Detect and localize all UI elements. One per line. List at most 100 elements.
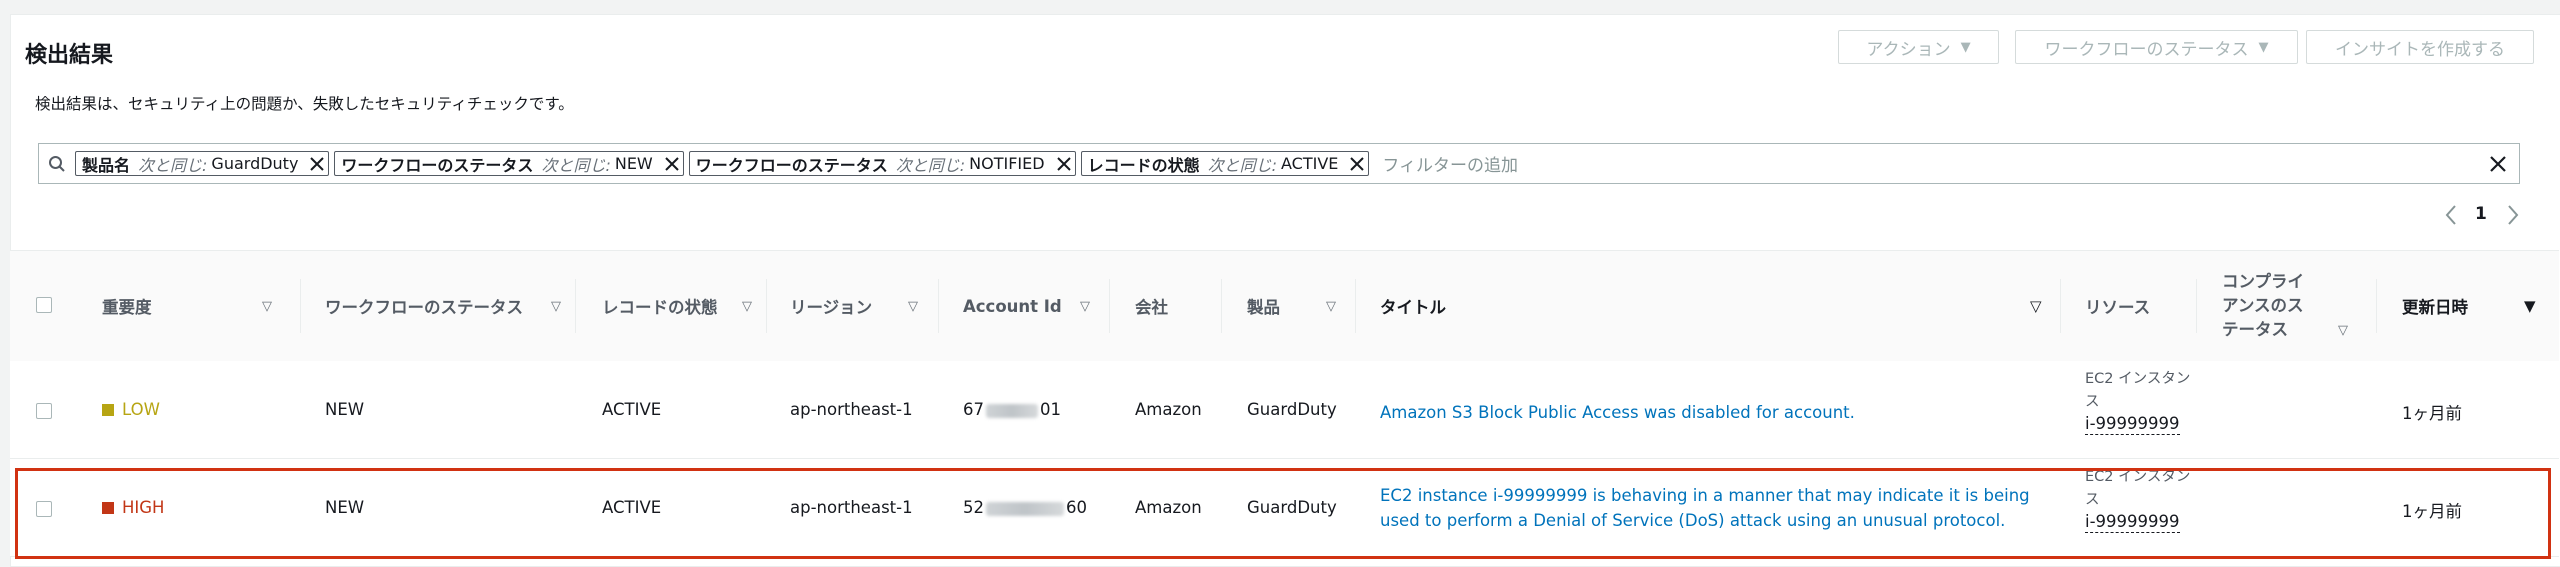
filter-token-record-state[interactable]: レコードの状態 次と同じ: ACTIVE <box>1080 151 1370 176</box>
updated-at-cell: 1ヶ月前 <box>2402 502 2462 521</box>
account-id-cell: 67 01 <box>963 400 1061 419</box>
page-title: 検出結果 <box>25 43 114 68</box>
actions-dropdown-button[interactable]: アクション ▼ <box>1838 30 1999 64</box>
table-row[interactable]: HIGH NEW ACTIVE ap-northeast-1 52 60 Amaz… <box>10 459 2559 557</box>
record-state-cell: ACTIVE <box>602 400 662 419</box>
filter-token-workflow-new[interactable]: ワークフローのステータス 次と同じ: NEW <box>334 151 684 176</box>
resource-cell: EC2 インスタンス i-99999999 <box>2085 466 2195 533</box>
resource-id-link[interactable]: i-99999999 <box>2085 512 2180 533</box>
filter-value: NOTIFIED <box>969 154 1045 173</box>
row-checkbox[interactable] <box>36 403 52 419</box>
workflow-status-dropdown-button[interactable]: ワークフローのステータス ▼ <box>2015 30 2298 64</box>
add-filter-input[interactable]: フィルターの追加 <box>1382 151 2477 176</box>
filter-key: レコードの状態 <box>1087 155 1200 175</box>
column-label: コンプライ アンスのス テータス <box>2222 270 2304 342</box>
sort-icon: ▽ <box>908 298 918 314</box>
column-label: 更新日時 <box>2402 298 2468 317</box>
filter-value: ACTIVE <box>1281 154 1339 173</box>
current-page-number[interactable]: 1 <box>2475 204 2487 224</box>
clear-filters-icon[interactable] <box>2477 144 2519 183</box>
finding-title-link[interactable]: EC2 instance i-99999999 is behaving in a… <box>1380 483 2050 533</box>
resource-id-link[interactable]: i-99999999 <box>2085 414 2180 435</box>
column-header-compliance-status[interactable]: コンプライ アンスのス テータス ▽ <box>2222 251 2372 361</box>
column-label: 製品 <box>1247 298 1280 317</box>
column-header-region[interactable]: リージョン ▽ <box>790 251 940 361</box>
column-divider <box>300 279 301 333</box>
filter-operator: 次と同じ: <box>895 155 966 175</box>
sort-icon: ▽ <box>1080 298 1090 314</box>
column-divider <box>766 279 767 333</box>
column-label: リージョン <box>790 298 873 317</box>
account-id-prefix: 52 <box>963 498 984 517</box>
product-cell: GuardDuty <box>1247 498 1337 517</box>
filter-key: ワークフローのステータス <box>341 155 534 175</box>
table-row[interactable]: LOW NEW ACTIVE ap-northeast-1 67 01 Amazo… <box>10 361 2559 459</box>
row-checkbox[interactable] <box>36 501 52 517</box>
company-cell: Amazon <box>1135 498 1202 517</box>
company-cell: Amazon <box>1135 400 1202 419</box>
next-page-icon[interactable] <box>2506 204 2520 230</box>
column-label-line: アンスのス <box>2222 296 2304 315</box>
severity-square-icon <box>102 501 114 514</box>
resource-cell: EC2 インスタンス i-99999999 <box>2085 368 2195 435</box>
redacted-account-digits <box>986 403 1038 418</box>
region-cell: ap-northeast-1 <box>790 498 913 517</box>
remove-filter-icon[interactable] <box>1053 152 1075 175</box>
page-description: 検出結果は、セキュリティ上の問題か、失敗したセキュリティチェックです。 <box>35 95 574 113</box>
filter-token-product-name[interactable]: 製品名 次と同じ: GuardDuty <box>75 151 330 176</box>
sort-icon: ▽ <box>551 298 561 314</box>
column-header-workflow-status[interactable]: ワークフローのステータス ▽ <box>325 251 565 361</box>
previous-page-icon[interactable] <box>2444 204 2458 230</box>
column-header-record-state[interactable]: レコードの状態 ▽ <box>602 251 772 361</box>
column-label: レコードの状態 <box>602 298 718 317</box>
filter-bar[interactable]: 製品名 次と同じ: GuardDuty ワークフローのステータス 次と同じ: N… <box>38 143 2520 184</box>
filter-operator: 次と同じ: <box>138 155 208 175</box>
severity-cell: LOW <box>102 400 160 419</box>
updated-at-cell: 1ヶ月前 <box>2402 404 2462 423</box>
select-all-checkbox[interactable] <box>36 297 52 313</box>
column-label: Account Id <box>963 296 1062 316</box>
column-header-updated-at[interactable]: 更新日時 ▼ <box>2402 251 2542 361</box>
filter-token-workflow-notified[interactable]: ワークフローのステータス 次と同じ: NOTIFIED <box>688 151 1076 176</box>
sort-descending-icon: ▼ <box>2524 297 2536 315</box>
column-label: リソース <box>2085 298 2151 317</box>
column-label: 重要度 <box>102 298 152 317</box>
column-header-product[interactable]: 製品 ▽ <box>1247 251 1347 361</box>
column-header-title[interactable]: タイトル ▽ <box>1380 251 2060 361</box>
column-label: タイトル <box>1380 298 1446 317</box>
column-header-resource: リソース <box>2085 251 2195 361</box>
search-icon <box>39 144 75 183</box>
remove-filter-icon[interactable] <box>306 152 328 175</box>
account-id-cell: 52 60 <box>963 498 1087 517</box>
table-header: 重要度 ▽ ワークフローのステータス ▽ レコードの状態 ▽ リージョン ▽ A… <box>10 250 2559 362</box>
account-id-suffix: 01 <box>1040 400 1061 419</box>
sort-icon: ▽ <box>262 298 272 314</box>
column-header-account-id[interactable]: Account Id ▽ <box>963 251 1113 361</box>
sort-icon: ▽ <box>1326 298 1336 314</box>
filter-key: ワークフローのステータス <box>695 155 888 175</box>
record-state-cell: ACTIVE <box>602 498 662 517</box>
severity-cell: HIGH <box>102 498 164 517</box>
sort-icon: ▽ <box>742 298 752 314</box>
create-insight-button[interactable]: インサイトを作成する <box>2306 30 2534 64</box>
resource-type: EC2 インスタンス <box>2085 371 2191 410</box>
redacted-account-digits <box>986 501 1064 516</box>
column-label: ワークフローのステータス <box>325 298 523 317</box>
column-divider <box>1221 279 1222 333</box>
column-divider <box>575 279 576 333</box>
column-header-severity[interactable]: 重要度 ▽ <box>102 251 292 361</box>
severity-label: LOW <box>122 400 160 419</box>
column-label-line: コンプライ <box>2222 272 2305 291</box>
workflow-status-label: ワークフローのステータス <box>2044 39 2249 60</box>
finding-title-link[interactable]: Amazon S3 Block Public Access was disabl… <box>1380 400 2040 425</box>
region-cell: ap-northeast-1 <box>790 400 913 419</box>
severity-square-icon <box>102 403 114 416</box>
remove-filter-icon[interactable] <box>1346 152 1368 175</box>
remove-filter-icon[interactable] <box>661 152 683 175</box>
filter-value: NEW <box>614 154 653 173</box>
sort-icon: ▽ <box>2338 323 2348 338</box>
account-id-prefix: 67 <box>963 400 984 419</box>
create-insight-label: インサイトを作成する <box>2335 39 2505 60</box>
resource-type: EC2 インスタンス <box>2085 469 2191 508</box>
sort-descending-icon: ▽ <box>2030 297 2042 315</box>
